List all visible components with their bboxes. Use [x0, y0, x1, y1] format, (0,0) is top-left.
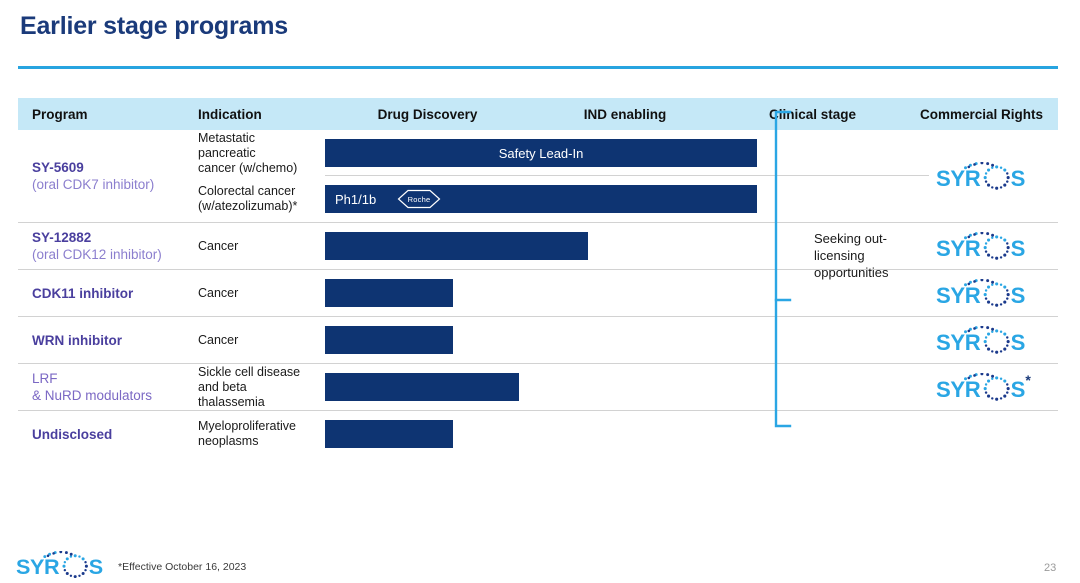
- title-underline-rule: [18, 66, 1058, 69]
- indication-text: Colorectal cancer (w/atezolizumab)*: [198, 184, 298, 213]
- program-name: SY-12882: [32, 230, 92, 245]
- progress-bar: Safety Lead-In: [325, 139, 758, 167]
- program-cell: Undisclosed: [18, 411, 198, 457]
- indication-cell: Cancer: [198, 317, 325, 363]
- svg-text:SYR: SYR: [936, 377, 981, 401]
- seeking-out-licensing-note: Seeking out- licensing opportunities: [814, 230, 934, 281]
- program-cell: SY-12882 (oral CDK12 inhibitor): [18, 223, 198, 269]
- progress-bar: [325, 279, 454, 307]
- syros-logo: SYR S: [936, 161, 1028, 191]
- indication-cell: Cancer: [198, 223, 325, 269]
- timeline-bar-line: Ph1/1b Roche: [325, 176, 905, 222]
- program-cell: SY-5609 (oral CDK7 inhibitor): [18, 130, 198, 222]
- syros-logo: SYR S *: [936, 372, 1031, 402]
- roche-partner-badge: Roche: [397, 189, 441, 209]
- program-subtitle: & NuRD modulators: [32, 388, 153, 403]
- progress-bar: [325, 232, 589, 260]
- page-number: 23: [1044, 562, 1057, 574]
- indication-cell: Sickle cell disease and beta thalassemia: [198, 364, 325, 410]
- svg-text:SYR: SYR: [16, 554, 60, 578]
- timeline-bar-line: [325, 411, 905, 457]
- timeline-bars-cell: [325, 317, 905, 363]
- table-row: SY-5609 (oral CDK7 inhibitor) Metastatic pa…: [18, 130, 1058, 223]
- program-cell: CDK11 inhibitor: [18, 270, 198, 316]
- svg-text:S: S: [1010, 236, 1025, 260]
- table-header-row: Program Indication Drug Discovery IND en…: [18, 98, 1058, 130]
- indication-cell: Metastatic pancreatic cancer (w/chemo) Colo…: [198, 130, 325, 222]
- column-header-ind-enabling: IND enabling: [583, 106, 667, 122]
- roche-badge-label: Roche: [407, 194, 431, 204]
- column-header-program: Program: [32, 106, 88, 122]
- table-row: WRN inhibitor Cancer SYR S: [18, 317, 1058, 364]
- timeline-bar-line: [325, 317, 905, 363]
- svg-text:SYR: SYR: [936, 236, 981, 260]
- progress-bar: [325, 326, 454, 354]
- table-body: SY-5609 (oral CDK7 inhibitor) Metastatic pa…: [18, 130, 1058, 457]
- footer-syros-logo: SYR S: [16, 550, 106, 583]
- program-name: Undisclosed: [32, 426, 113, 442]
- column-header-indication: Indication: [198, 106, 262, 122]
- program-name: CDK11 inhibitor: [32, 285, 134, 301]
- commercial-rights-cell: SYR S: [905, 130, 1058, 222]
- syros-logo: SYR S: [936, 231, 1028, 261]
- column-header-clinical-stage: Clinical stage: [768, 106, 857, 122]
- syros-logo: SYR S: [16, 550, 106, 579]
- syros-logo: SYR S: [936, 278, 1028, 308]
- svg-text:S: S: [1010, 166, 1025, 190]
- svg-text:SYR: SYR: [936, 166, 981, 190]
- asterisk-marker: *: [1025, 372, 1031, 389]
- progress-bar: [325, 373, 519, 401]
- seeking-line-2: licensing: [814, 248, 865, 263]
- syros-logo: SYR S: [936, 325, 1028, 355]
- seeking-line-1: Seeking out-: [814, 231, 887, 246]
- program-subtitle: (oral CDK7 inhibitor): [32, 177, 155, 192]
- indication-text: Myeloproliferative neoplasms: [198, 419, 296, 448]
- timeline-bars-cell: Safety Lead-In Ph1/1b Roche: [325, 130, 929, 222]
- program-cell: LRF & NuRD modulators: [18, 364, 198, 410]
- pipeline-table: Program Indication Drug Discovery IND en…: [18, 98, 1058, 457]
- indication-cell: Myeloproliferative neoplasms: [198, 411, 325, 457]
- svg-text:S: S: [1010, 377, 1025, 401]
- indication-text: Metastatic pancreatic cancer (w/chemo): [198, 130, 298, 175]
- column-header-drug-discovery: Drug Discovery: [377, 106, 478, 122]
- indication-text: Sickle cell disease and beta thalassemia: [198, 364, 301, 409]
- svg-text:S: S: [89, 554, 103, 578]
- commercial-rights-cell: SYR S: [905, 317, 1058, 363]
- timeline-bars-cell: [325, 411, 905, 457]
- timeline-bar-line: [325, 364, 905, 410]
- indication-text: Cancer: [198, 285, 239, 300]
- column-header-commercial-rights: Commercial Rights: [919, 106, 1044, 122]
- svg-text:SYR: SYR: [936, 330, 981, 354]
- page-title: Earlier stage programs: [20, 12, 288, 40]
- program-name: SY-5609: [32, 160, 84, 175]
- svg-text:S: S: [1010, 330, 1025, 354]
- indication-cell: Cancer: [198, 270, 325, 316]
- timeline-bar-line: Safety Lead-In: [325, 130, 929, 176]
- indication-text: Cancer: [198, 238, 239, 253]
- progress-bar: [325, 420, 454, 448]
- seeking-line-3: opportunities: [814, 265, 889, 280]
- program-name: WRN inhibitor: [32, 332, 122, 348]
- progress-bar-label: Ph1/1b: [335, 191, 377, 207]
- indication-text: Cancer: [198, 332, 239, 347]
- table-row: Undisclosed Myeloproliferative neoplasms: [18, 411, 1058, 457]
- timeline-bars-cell: [325, 364, 905, 410]
- svg-text:S: S: [1010, 283, 1025, 307]
- commercial-rights-cell: SYR S *: [905, 364, 1058, 410]
- program-cell: WRN inhibitor: [18, 317, 198, 363]
- program-subtitle: (oral CDK12 inhibitor): [32, 247, 162, 262]
- svg-text:SYR: SYR: [936, 283, 981, 307]
- commercial-rights-cell: [905, 411, 1058, 457]
- table-row: LRF & NuRD modulators Sickle cell disease a…: [18, 364, 1058, 411]
- program-name: LRF: [32, 371, 58, 386]
- progress-bar-label: Safety Lead-In: [498, 145, 584, 161]
- footnote-text: *Effective October 16, 2023: [118, 561, 247, 573]
- progress-bar: Ph1/1b Roche: [325, 185, 758, 213]
